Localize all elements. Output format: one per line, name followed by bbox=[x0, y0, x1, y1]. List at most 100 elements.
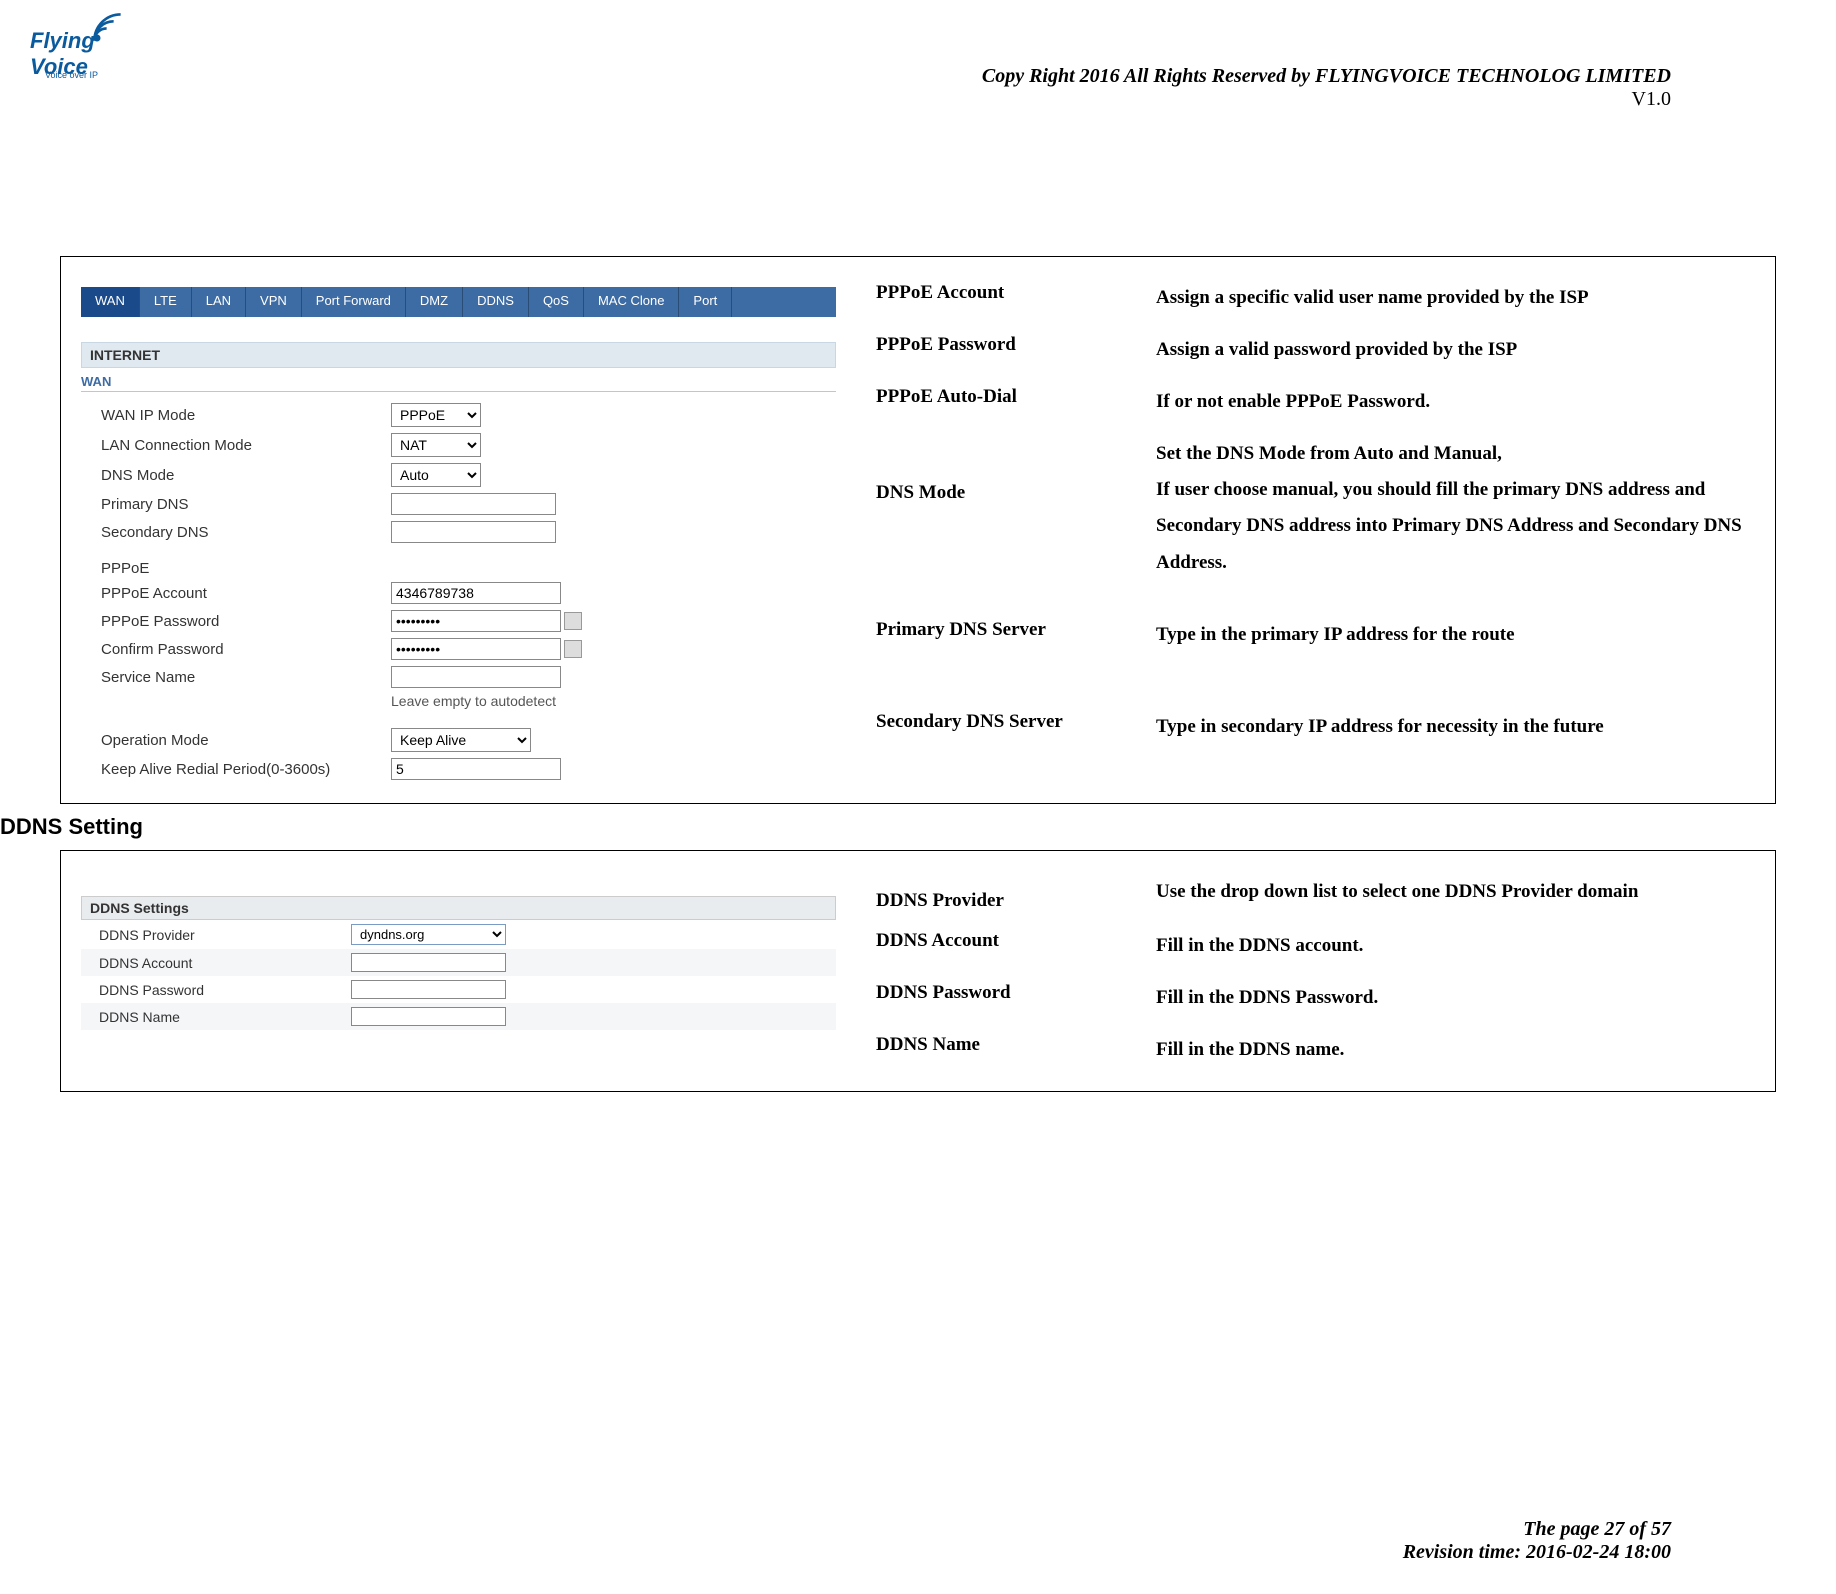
ddns-screenshot-col: DDNS Settings DDNS Provider dyndns.org D… bbox=[61, 851, 856, 1091]
tab-vpn[interactable]: VPN bbox=[246, 287, 302, 317]
label-ddns-name: DDNS Name bbox=[81, 1009, 351, 1025]
tab-port-forward[interactable]: Port Forward bbox=[302, 287, 406, 317]
label-keep-alive: Keep Alive Redial Period(0-3600s) bbox=[81, 761, 391, 778]
select-dns-mode[interactable]: Auto bbox=[391, 463, 481, 487]
desc-row: DDNS Name Fill in the DDNS name. bbox=[876, 1024, 1755, 1076]
input-pppoe-account[interactable] bbox=[391, 582, 561, 604]
input-ddns-account[interactable] bbox=[351, 953, 506, 972]
desc-row: Secondary DNS Server Type in secondary I… bbox=[876, 681, 1755, 773]
desc-row: PPPoE Account Assign a specific valid us… bbox=[876, 272, 1755, 324]
internet-section-title: INTERNET bbox=[81, 342, 836, 368]
wan-section-table: WAN LTE LAN VPN Port Forward DMZ DDNS Qo… bbox=[60, 256, 1776, 804]
tab-wan[interactable]: WAN bbox=[81, 287, 140, 317]
desc-name: DDNS Provider bbox=[876, 874, 1156, 912]
desc-text: Type in secondary IP address for necessi… bbox=[1156, 709, 1755, 745]
label-service-name: Service Name bbox=[81, 669, 391, 686]
revision-time: Revision time: 2016-02-24 18:00 bbox=[1403, 1541, 1671, 1564]
tab-qos[interactable]: QoS bbox=[529, 287, 584, 317]
desc-row: DDNS Provider Use the drop down list to … bbox=[876, 866, 1755, 920]
input-ddns-password[interactable] bbox=[351, 980, 506, 999]
row-dns-mode: DNS Mode Auto bbox=[81, 460, 836, 490]
label-ddns-password: DDNS Password bbox=[81, 982, 351, 998]
desc-text: Fill in the DDNS Password. bbox=[1156, 980, 1755, 1016]
desc-row: DDNS Password Fill in the DDNS Password. bbox=[876, 972, 1755, 1024]
input-keep-alive[interactable] bbox=[391, 758, 561, 780]
tab-bar: WAN LTE LAN VPN Port Forward DMZ DDNS Qo… bbox=[81, 287, 836, 317]
header-right: Copy Right 2016 All Rights Reserved by F… bbox=[982, 10, 1671, 111]
row-ddns-account: DDNS Account bbox=[81, 949, 836, 976]
wan-screenshot-col: WAN LTE LAN VPN Port Forward DMZ DDNS Qo… bbox=[61, 257, 856, 803]
ddns-screenshot: DDNS Settings DDNS Provider dyndns.org D… bbox=[81, 896, 836, 1030]
desc-text: Set the DNS Mode from Auto and Manual, I… bbox=[1156, 436, 1755, 580]
label-pppoe-password: PPPoE Password bbox=[81, 613, 391, 630]
label-primary-dns: Primary DNS bbox=[81, 496, 391, 513]
row-confirm-password: Confirm Password bbox=[81, 635, 836, 663]
desc-name: PPPoE Password bbox=[876, 332, 1156, 368]
ddns-title: DDNS Settings bbox=[81, 896, 836, 920]
select-ddns-provider[interactable]: dyndns.org bbox=[351, 924, 506, 945]
row-ddns-password: DDNS Password bbox=[81, 976, 836, 1003]
reveal-password-icon[interactable] bbox=[564, 640, 582, 658]
row-ddns-name: DDNS Name bbox=[81, 1003, 836, 1030]
label-op-mode: Operation Mode bbox=[81, 732, 391, 749]
desc-text: If or not enable PPPoE Password. bbox=[1156, 384, 1755, 420]
desc-name: Primary DNS Server bbox=[876, 617, 1156, 653]
wan-descriptions-col: PPPoE Account Assign a specific valid us… bbox=[856, 257, 1775, 803]
label-dns-mode: DNS Mode bbox=[81, 467, 391, 484]
page-footer: The page 27 of 57 Revision time: 2016-02… bbox=[1403, 1518, 1671, 1564]
row-ddns-provider: DDNS Provider dyndns.org bbox=[81, 920, 836, 949]
helper-autodetect: Leave empty to autodetect bbox=[81, 693, 836, 709]
row-wan-ip-mode: WAN IP Mode PPPoE bbox=[81, 400, 836, 430]
input-ddns-name[interactable] bbox=[351, 1007, 506, 1026]
label-ddns-provider: DDNS Provider bbox=[81, 927, 351, 943]
reveal-password-icon[interactable] bbox=[564, 612, 582, 630]
row-pppoe-password: PPPoE Password bbox=[81, 607, 836, 635]
row-lan-conn-mode: LAN Connection Mode NAT bbox=[81, 430, 836, 460]
label-ddns-account: DDNS Account bbox=[81, 955, 351, 971]
wan-screenshot: WAN LTE LAN VPN Port Forward DMZ DDNS Qo… bbox=[81, 287, 836, 783]
row-service-name: Service Name bbox=[81, 663, 836, 691]
desc-name: DDNS Password bbox=[876, 980, 1156, 1016]
logo-waves-icon bbox=[90, 10, 125, 45]
desc-name: Secondary DNS Server bbox=[876, 709, 1156, 745]
desc-row: PPPoE Password Assign a valid password p… bbox=[876, 324, 1755, 376]
select-wan-ip-mode[interactable]: PPPoE bbox=[391, 403, 481, 427]
desc-text: Assign a specific valid user name provid… bbox=[1156, 280, 1755, 316]
tab-dmz[interactable]: DMZ bbox=[406, 287, 463, 317]
desc-name: DDNS Account bbox=[876, 928, 1156, 964]
input-confirm-password[interactable] bbox=[391, 638, 561, 660]
tab-lte[interactable]: LTE bbox=[140, 287, 192, 317]
tab-port[interactable]: Port bbox=[679, 287, 732, 317]
ddns-descriptions-col: DDNS Provider Use the drop down list to … bbox=[856, 851, 1775, 1091]
copyright-text: Copy Right 2016 All Rights Reserved by F… bbox=[982, 65, 1671, 88]
desc-name: PPPoE Account bbox=[876, 280, 1156, 316]
desc-text: Fill in the DDNS account. bbox=[1156, 928, 1755, 964]
desc-name: DDNS Name bbox=[876, 1032, 1156, 1068]
input-primary-dns[interactable] bbox=[391, 493, 556, 515]
label-confirm-password: Confirm Password bbox=[81, 641, 391, 658]
input-pppoe-password[interactable] bbox=[391, 610, 561, 632]
row-op-mode: Operation Mode Keep Alive bbox=[81, 725, 836, 755]
select-lan-conn-mode[interactable]: NAT bbox=[391, 433, 481, 457]
input-secondary-dns[interactable] bbox=[391, 521, 556, 543]
desc-row: DDNS Account Fill in the DDNS account. bbox=[876, 920, 1755, 972]
page-header: FlyingVoice Voice over IP Copy Right 201… bbox=[0, 0, 1836, 111]
label-secondary-dns: Secondary DNS bbox=[81, 524, 391, 541]
tab-mac-clone[interactable]: MAC Clone bbox=[584, 287, 679, 317]
input-service-name[interactable] bbox=[391, 666, 561, 688]
page-number: The page 27 of 57 bbox=[1403, 1518, 1671, 1541]
label-wan-ip-mode: WAN IP Mode bbox=[81, 407, 391, 424]
select-op-mode[interactable]: Keep Alive bbox=[391, 728, 531, 752]
desc-name: DNS Mode bbox=[876, 436, 1156, 580]
label-lan-conn-mode: LAN Connection Mode bbox=[81, 437, 391, 454]
tab-ddns[interactable]: DDNS bbox=[463, 287, 529, 317]
ddns-section-table: DDNS Settings DDNS Provider dyndns.org D… bbox=[60, 850, 1776, 1092]
ddns-heading: DDNS Setting bbox=[0, 814, 1776, 840]
wan-subsection: WAN bbox=[81, 368, 836, 392]
pppoe-subsection: PPPoE bbox=[81, 546, 836, 579]
tab-lan[interactable]: LAN bbox=[192, 287, 246, 317]
desc-text: Use the drop down list to select one DDN… bbox=[1156, 874, 1755, 912]
desc-name: PPPoE Auto-Dial bbox=[876, 384, 1156, 420]
logo: FlyingVoice Voice over IP bbox=[30, 10, 125, 80]
desc-row: DNS Mode Set the DNS Mode from Auto and … bbox=[876, 428, 1755, 588]
